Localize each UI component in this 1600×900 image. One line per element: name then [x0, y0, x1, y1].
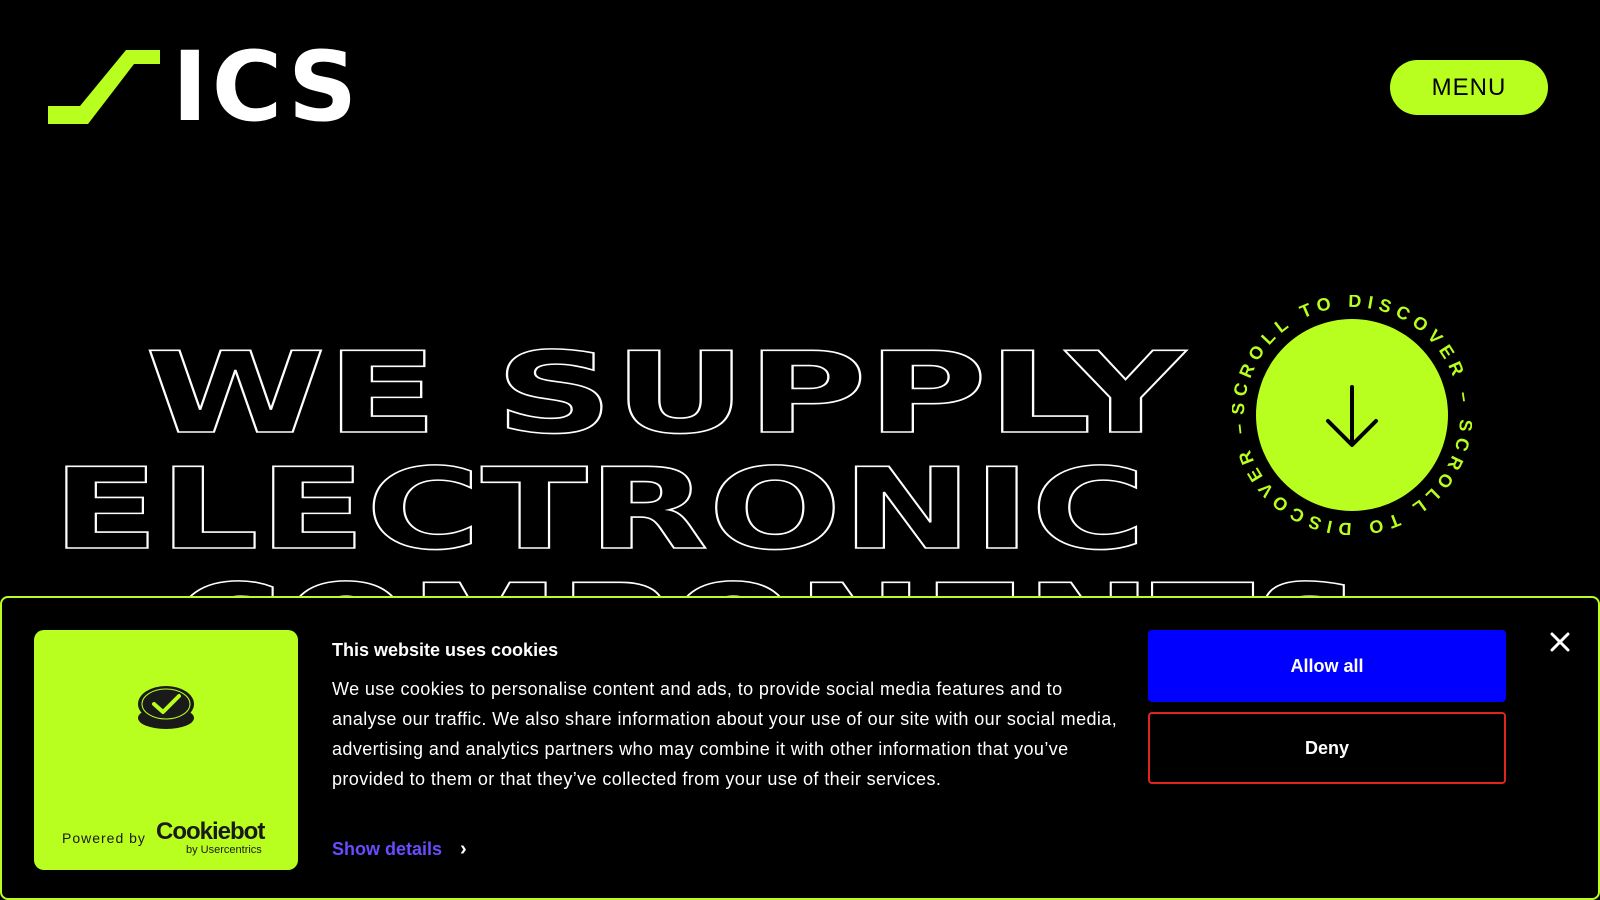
cookiebot-brand-sub: by Usercentrics [186, 844, 262, 856]
page: ICS MENU WE SUPPLY ELECTRONIC COMPONENTS… [0, 0, 1600, 900]
cookiebot-logo-box[interactable]: Powered by Cookiebot by Usercentrics [34, 630, 298, 870]
ics-logo-graphic: ICS [48, 48, 361, 124]
close-banner-button[interactable] [1542, 624, 1578, 660]
logo-text: ICS [172, 48, 361, 124]
deny-button[interactable]: Deny [1148, 712, 1506, 784]
close-icon [1550, 632, 1570, 652]
scroll-badge-graphic: SCROLL TO DISCOVER – SCROLL TO DISCOVER … [1232, 295, 1472, 535]
show-details-link[interactable]: Show details › [332, 838, 467, 861]
powered-by-label: Powered by [62, 830, 146, 846]
cookiebot-brand: Cookiebot [156, 818, 265, 845]
scroll-to-discover-button[interactable]: SCROLL TO DISCOVER – SCROLL TO DISCOVER … [1232, 295, 1472, 535]
cookie-banner-body: We use cookies to personalise content an… [332, 679, 1118, 789]
hero-line-2: ELECTRONIC [52, 445, 1146, 575]
ics-logo[interactable]: ICS [48, 48, 458, 124]
hero-line-1: WE SUPPLY [145, 329, 1188, 459]
cookie-consent-banner: Powered by Cookiebot by Usercentrics Thi… [0, 596, 1600, 900]
allow-all-button[interactable]: Allow all [1148, 630, 1506, 702]
show-details-label: Show details [332, 839, 443, 859]
cookie-banner-title: This website uses cookies [332, 640, 559, 660]
logo-slash-mark [48, 50, 160, 124]
cookiebot-shield-icon [138, 686, 194, 729]
menu-button[interactable]: MENU [1390, 60, 1548, 115]
chevron-right-icon: › [460, 838, 467, 860]
